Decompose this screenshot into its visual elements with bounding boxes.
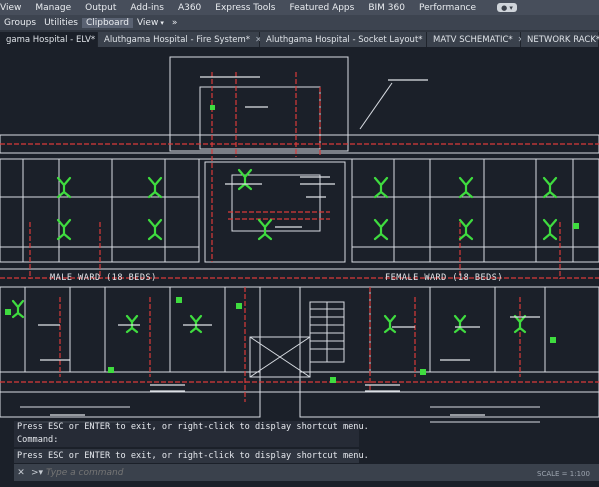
ribbon-panel-bar: Groups Utilities Clipboard View ▾ » [0,15,599,30]
ribbon-tab-bim-360[interactable]: BIM 360 [361,3,412,13]
panel-utilities-label: Utilities [44,17,78,28]
panel-view[interactable]: View ▾ [133,18,168,28]
file-tab-label: NETWORK RACK* [527,34,599,45]
file-tab-socket-layout[interactable]: Aluthgama Hospital - Socket Layout*✕ [260,32,434,47]
panel-clipboard-label: Clipboard [85,17,129,28]
chevron-down-icon: ▾ [160,18,164,27]
panel-groups-label: Groups [4,17,37,28]
ribbon-tab-view[interactable]: View [0,3,28,13]
command-history: Press ESC or ENTER to exit, or right-cli… [14,421,369,447]
ribbon-tab-add-ins[interactable]: Add-ins [123,3,171,13]
ward-label-male: MALE WARD (18 BEDS) [50,273,157,283]
scale-readout: SCALE = 1:100 [537,470,590,478]
command-history-line: Command: [14,434,359,447]
ribbon-options-button[interactable]: ● ▾ [497,3,518,12]
panel-groups[interactable]: Groups [0,18,40,28]
panel-clipboard[interactable]: Clipboard [81,17,133,28]
file-tab-label: MATV SCHEMATIC* [433,34,513,45]
command-last-message: Press ESC or ENTER to exit, or right-cli… [14,449,369,463]
file-tab-matv-schematic[interactable]: MATV SCHEMATIC*✕ [427,32,524,47]
command-history-line: Press ESC or ENTER to exit, or right-cli… [14,421,369,434]
ribbon-tab-express-tools[interactable]: Express Tools [208,3,282,13]
file-tab-network-rack[interactable]: NETWORK RACK*✕ [521,32,599,47]
file-tab-label: gama Hospital - ELV* [6,34,96,45]
panel-overflow-button[interactable]: » [168,18,182,28]
file-tab-label: Aluthgama Hospital - Fire System* [104,34,251,45]
panel-view-label: View [136,17,159,28]
ribbon-tab-manage[interactable]: Manage [28,3,78,13]
file-tab-fire-system[interactable]: Aluthgama Hospital - Fire System* ✕ [98,32,262,47]
file-tab-bar: gama Hospital - ELV*✕ Aluthgama Hospital… [0,30,599,47]
ribbon-tab-bar: View Manage Output Add-ins A360 Express … [0,0,599,15]
ribbon-tab-a360[interactable]: A360 [171,3,208,13]
ribbon-tab-output[interactable]: Output [78,3,123,13]
command-input[interactable] [46,467,346,478]
file-tab-label: Aluthgama Hospital - Socket Layout* [266,34,423,45]
panel-utilities[interactable]: Utilities [40,18,82,28]
ribbon-tab-featured-apps[interactable]: Featured Apps [282,3,361,13]
command-prompt-icon[interactable]: >▾ [28,468,46,478]
ward-label-female: FEMALE WARD (18 BEDS) [385,273,503,283]
command-line: ✕ >▾ [14,464,599,481]
ribbon-tab-performance[interactable]: Performance [412,3,483,13]
file-tab-elv[interactable]: gama Hospital - ELV*✕ [0,32,107,47]
close-icon[interactable]: ✕ [14,468,28,478]
